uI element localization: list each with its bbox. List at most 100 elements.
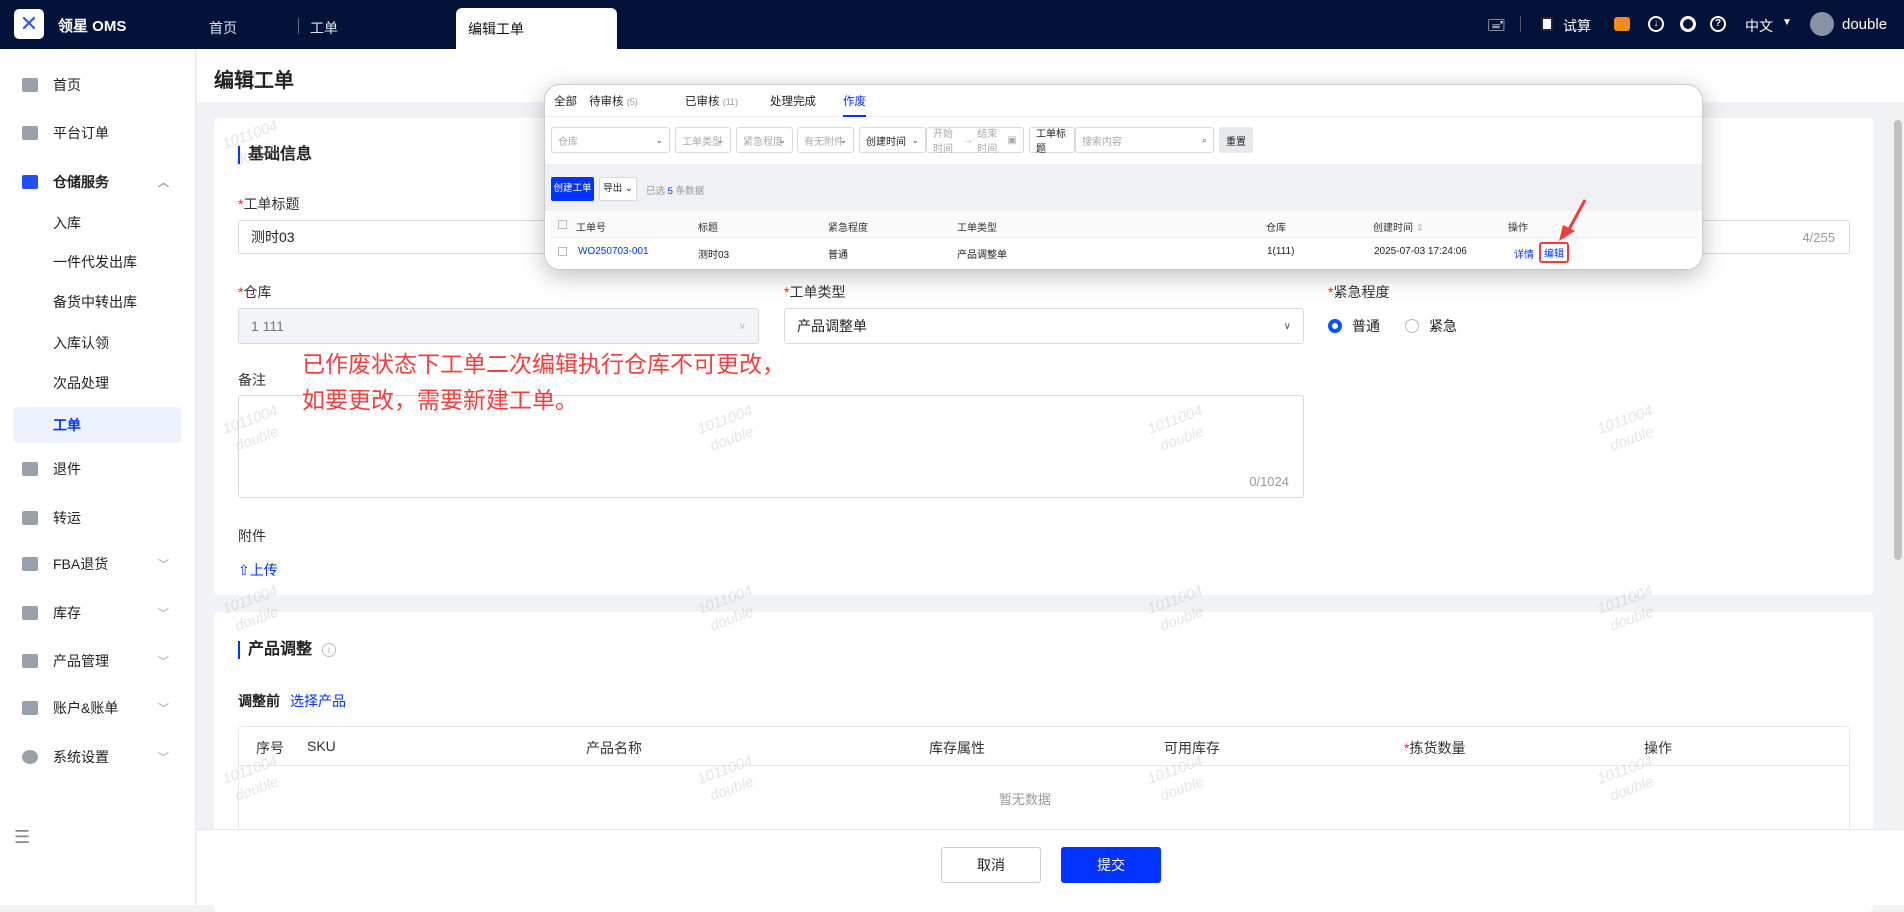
inventory-icon	[22, 606, 38, 620]
sidebar-item-transfer-outbound[interactable]: 备货中转出库	[0, 284, 196, 320]
radio-unchecked-icon	[1405, 319, 1419, 333]
sidebar-item-settings[interactable]: 系统设置 ﹀	[0, 739, 196, 775]
avatar[interactable]	[1810, 12, 1834, 36]
calculator-icon[interactable]	[1541, 17, 1553, 31]
export-button[interactable]: 导出 ⌄	[599, 177, 637, 201]
cell-created-time: 2025-07-03 17:24:06	[1374, 246, 1467, 257]
column-header: 操作	[1644, 740, 1672, 756]
top-bar: ✕ 领星 OMS 首页 工单 编辑工单 🖃 试算 ↓ ? 中文 ▼ double	[0, 0, 1904, 49]
scrollbar-thumb[interactable]	[1894, 120, 1902, 560]
basic-info-title: 基础信息	[238, 146, 312, 164]
sidebar-item-home[interactable]: 首页	[0, 67, 196, 103]
tab-label: 作废	[843, 96, 866, 108]
scrollbar[interactable]	[1892, 102, 1904, 829]
radio-label: 普通	[1352, 318, 1380, 334]
label-text: 工单标题	[243, 196, 300, 212]
sidebar-item-inbound-claim[interactable]: 入库认领	[0, 325, 196, 361]
urgency-radio-urgent[interactable]: 紧急	[1405, 316, 1457, 336]
radio-label: 紧急	[1429, 318, 1457, 334]
robot-icon[interactable]	[1614, 17, 1630, 31]
search-input[interactable]: 搜索内容 ⌕	[1075, 127, 1214, 153]
help-icon[interactable]: ?	[1710, 16, 1726, 32]
tab-all[interactable]: 全部	[554, 93, 577, 109]
work-order-id-link[interactable]: WO250703-001	[578, 246, 649, 257]
type-filter[interactable]: 工单类型 ⌄	[675, 127, 731, 153]
column-header-sortable[interactable]: 创建时间 ⇕	[1373, 219, 1424, 234]
sidebar-item-inventory[interactable]: 库存 ﹀	[0, 595, 196, 631]
cancel-button[interactable]: 取消	[941, 847, 1041, 883]
warehouse-filter[interactable]: 仓库 ⌄	[551, 127, 670, 153]
sidebar-item-billing[interactable]: 账户&账单 ﹀	[0, 690, 196, 726]
urgency-radio-normal[interactable]: 普通	[1328, 316, 1380, 336]
sidebar-item-dropship-outbound[interactable]: 一件代发出库	[0, 244, 196, 280]
sidebar-item-returns[interactable]: 退件	[0, 451, 196, 487]
tab-pending[interactable]: 待审核 (5)	[589, 93, 638, 109]
tab-divider	[298, 18, 299, 34]
column-header: 标题	[698, 223, 718, 234]
tab-work-order[interactable]: 工单	[310, 18, 338, 38]
app-name: 领星 OMS	[58, 18, 127, 35]
type-label: *工单类型	[784, 284, 846, 300]
collapse-menu-icon[interactable]: ☰	[14, 827, 30, 848]
button-label: 重置	[1226, 136, 1246, 148]
sidebar-item-label: 工单	[53, 417, 81, 433]
download-icon[interactable]: ↓	[1648, 16, 1664, 32]
detail-link[interactable]: 详情	[1514, 246, 1534, 261]
label-text: 仓库	[243, 284, 272, 300]
submit-button[interactable]: 提交	[1061, 847, 1161, 883]
filter-placeholder: 仓库	[558, 136, 578, 148]
info-icon[interactable]: i	[322, 643, 336, 657]
create-work-order-button[interactable]: 创建工单	[551, 177, 594, 201]
chevron-down-icon: ⌄	[911, 134, 919, 145]
sidebar-item-fba-returns[interactable]: FBA退货 ﹀	[0, 546, 196, 582]
search-placeholder: 搜索内容	[1082, 136, 1122, 148]
chevron-down-icon: ⌄	[716, 134, 724, 145]
chevron-down-icon: ﹀	[158, 559, 169, 571]
sidebar-item-inbound[interactable]: 入库	[0, 205, 196, 241]
select-product-link[interactable]: 选择产品	[290, 691, 346, 711]
sidebar-item-transship[interactable]: 转运	[0, 500, 196, 536]
row-checkbox[interactable]	[558, 247, 567, 256]
warehouse-select: 1 111 ∨	[238, 308, 759, 344]
type-select[interactable]: 产品调整单 ∨	[784, 308, 1304, 344]
date-range-picker[interactable]: 开始时间 → 结束时间 ▣	[926, 127, 1024, 155]
user-name[interactable]: double	[1842, 16, 1887, 33]
column-header: 仓库	[1266, 223, 1286, 234]
sidebar-item-label: FBA退货	[53, 556, 109, 572]
urgency-filter[interactable]: 紧急程度 ⌄	[736, 127, 793, 153]
column-header: 可用库存	[1164, 740, 1220, 756]
divider	[545, 116, 1702, 117]
tab-completed[interactable]: 处理完成	[770, 93, 816, 109]
sidebar-item-warehouse-service[interactable]: 仓储服务 ︿	[0, 164, 196, 200]
tab-voided[interactable]: 作废	[843, 93, 866, 117]
column-header: 工单类型	[957, 223, 997, 234]
returns-icon	[22, 462, 38, 476]
filter-placeholder: 有无附件	[804, 136, 844, 148]
calendar-icon: ▣	[1007, 134, 1017, 146]
tab-home[interactable]: 首页	[209, 18, 237, 38]
sidebar-item-label: 入库	[53, 215, 81, 231]
trial-calc-button[interactable]: 试算	[1563, 16, 1591, 36]
sidebar-item-work-order[interactable]: 工单	[13, 407, 181, 443]
language-select[interactable]: 中文	[1745, 16, 1773, 36]
search-field-select[interactable]: 工单标题	[1029, 127, 1075, 155]
toolbar-area	[545, 164, 1702, 211]
upload-button[interactable]: ⇧上传	[238, 560, 278, 580]
attachment-filter[interactable]: 有无附件 ⌄	[797, 127, 854, 153]
sidebar-item-platform-orders[interactable]: 平台订单	[0, 115, 196, 151]
caret-down-icon[interactable]: ▼	[1782, 17, 1792, 28]
tab-approved[interactable]: 已审核 (11)	[685, 93, 738, 109]
chevron-down-icon: ∨	[738, 320, 746, 332]
select-all-checkbox[interactable]	[558, 220, 567, 229]
inbox-icon[interactable]: 🖃	[1487, 14, 1506, 41]
settings-icon[interactable]	[1680, 16, 1696, 32]
tab-edit-work-order[interactable]: 编辑工单	[456, 8, 617, 49]
sidebar-item-label: 一件代发出库	[53, 254, 137, 270]
time-field-select[interactable]: 创建时间 ⌄	[859, 127, 926, 153]
sidebar-item-label: 仓储服务	[53, 174, 109, 190]
sidebar-item-products[interactable]: 产品管理 ﹀	[0, 643, 196, 679]
reset-button[interactable]: 重置	[1219, 127, 1253, 153]
edit-link[interactable]: 编辑	[1539, 242, 1569, 263]
sidebar-item-defective[interactable]: 次品处理	[0, 365, 196, 401]
footer-bar	[197, 829, 1904, 905]
